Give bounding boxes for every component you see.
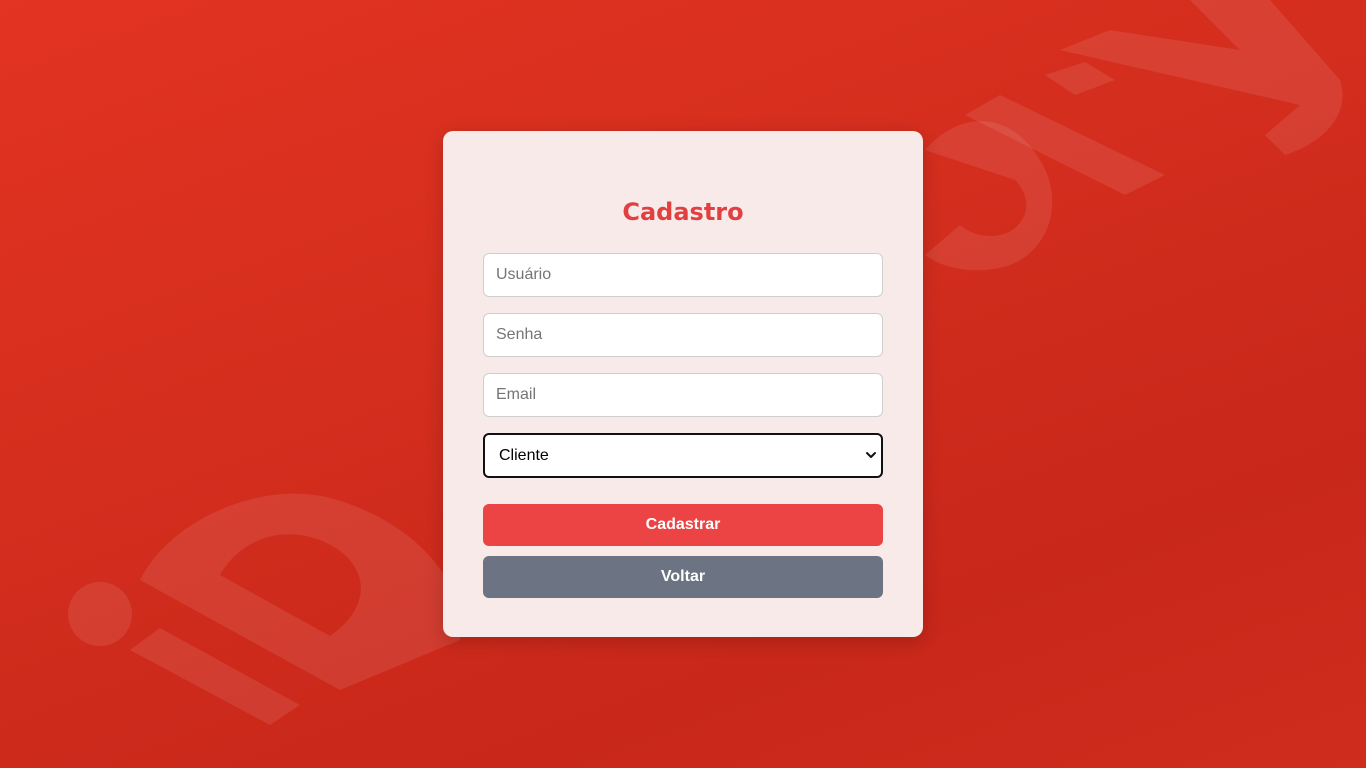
role-select[interactable]: Cliente xyxy=(483,433,883,478)
register-card: Cadastro Cliente Cadastrar Voltar xyxy=(443,131,923,637)
password-input[interactable] xyxy=(483,313,883,357)
back-button[interactable]: Voltar xyxy=(483,556,883,598)
form-title: Cadastro xyxy=(622,198,744,226)
register-button[interactable]: Cadastrar xyxy=(483,504,883,546)
username-input[interactable] xyxy=(483,253,883,297)
email-input[interactable] xyxy=(483,373,883,417)
role-select-wrapper: Cliente xyxy=(483,433,883,478)
